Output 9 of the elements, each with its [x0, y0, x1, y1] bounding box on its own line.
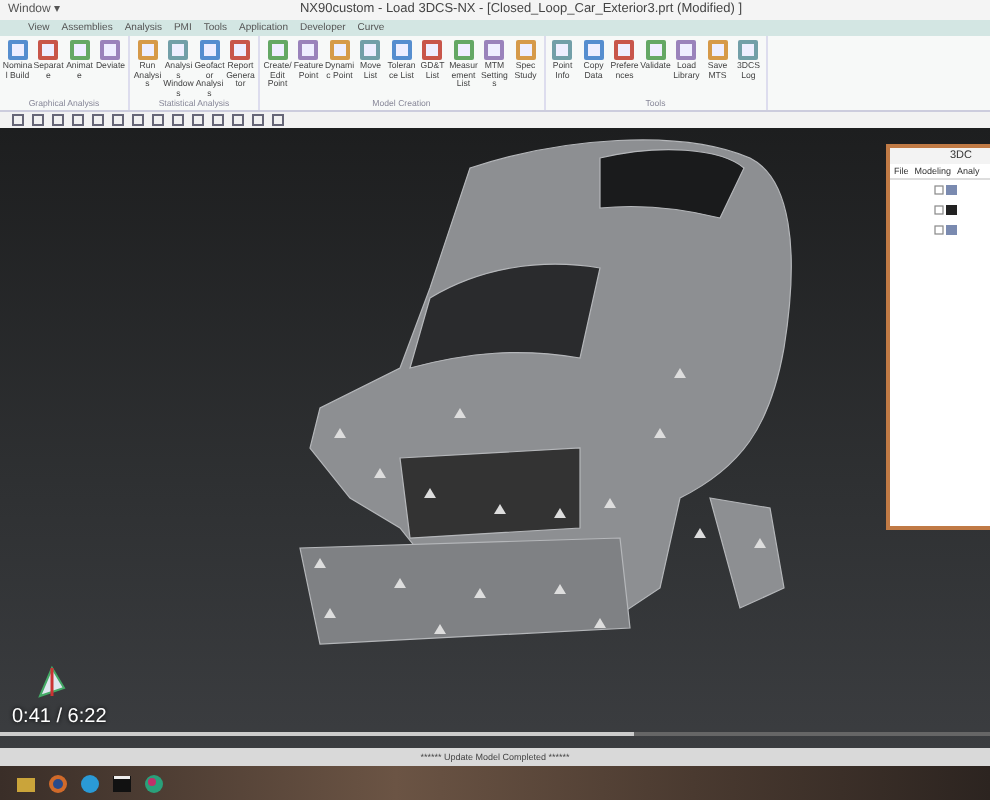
colorful-app-icon[interactable] [144, 773, 164, 793]
tree-node-icon[interactable] [934, 224, 958, 236]
video-time: 0:41 / 6:22 [12, 706, 107, 728]
round-app-icon[interactable] [80, 773, 100, 793]
terminal-icon[interactable] [112, 773, 132, 793]
globe-icon[interactable] [48, 773, 68, 793]
folder-icon[interactable] [16, 773, 36, 793]
tree-node-icon[interactable] [934, 204, 958, 216]
tree-node-icon[interactable] [934, 184, 958, 196]
